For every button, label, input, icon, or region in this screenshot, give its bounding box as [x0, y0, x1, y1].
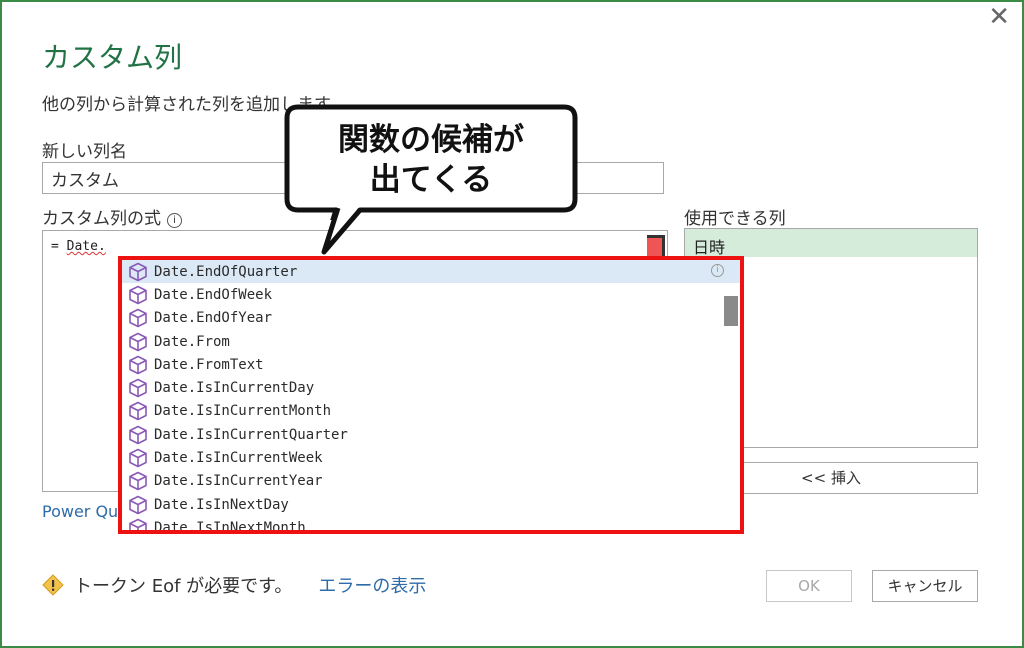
- suggestion-item[interactable]: Date.IsInNextDay: [122, 493, 740, 516]
- suggestion-item[interactable]: Date.FromText: [122, 353, 740, 376]
- suggestion-label: Date.IsInCurrentDay: [154, 380, 315, 397]
- function-cube-icon: [129, 495, 147, 514]
- callout-text: 関数の候補が 出てくる: [284, 120, 578, 200]
- editor-scroll-indicator: [647, 235, 665, 257]
- suggestion-item[interactable]: Date.EndOfYear: [122, 307, 740, 330]
- function-cube-icon: [129, 285, 147, 305]
- suggestion-label: Date.IsInCurrentYear: [154, 473, 323, 490]
- suggestion-label: Date.IsInCurrentQuarter: [154, 426, 348, 443]
- warning-text: トークン Eof が必要です。: [74, 576, 293, 597]
- suggestion-label: Date.IsInCurrentWeek: [154, 450, 323, 467]
- close-icon[interactable]: ✕: [988, 4, 1010, 30]
- suggestion-info-icon[interactable]: i: [711, 264, 724, 277]
- info-icon[interactable]: i: [167, 213, 182, 228]
- suggestion-label: Date.From: [154, 333, 230, 350]
- power-query-link[interactable]: Power Qu: [42, 502, 118, 521]
- function-cube-icon: [129, 518, 147, 530]
- column-item[interactable]: 日時: [685, 229, 977, 257]
- suggestion-item[interactable]: Date.IsInCurrentDay: [122, 376, 740, 399]
- function-cube-icon: [129, 262, 147, 281]
- cancel-button[interactable]: キャンセル: [872, 570, 978, 602]
- function-cube-icon: [129, 378, 147, 398]
- autocomplete-list[interactable]: Date.EndOfQuarter Date.EndOfWeek Date.EndO…: [118, 256, 744, 534]
- formula-text: = Date.: [51, 239, 106, 254]
- suggestion-label: Date.IsInCurrentMonth: [154, 403, 332, 420]
- suggestion-label: Date.EndOfWeek: [154, 286, 273, 303]
- show-error-link[interactable]: エラーの表示: [318, 572, 426, 598]
- suggestion-label: Date.FromText: [154, 356, 264, 373]
- warning-row: トークン Eof が必要です。 エラーの表示: [42, 572, 426, 598]
- suggestion-label: Date.IsInNextMonth: [154, 519, 306, 534]
- autocomplete-scrollbar-thumb[interactable]: [724, 296, 738, 326]
- function-cube-icon: [129, 425, 147, 445]
- suggestion-item[interactable]: Date.IsInCurrentMonth: [122, 400, 740, 423]
- warning-icon: [42, 574, 64, 596]
- function-cube-icon: [129, 402, 147, 421]
- dialog-title: カスタム列: [42, 41, 183, 74]
- formula-label-text: カスタム列の式: [42, 209, 161, 229]
- formula-prefix: =: [51, 239, 67, 254]
- function-cube-icon: [129, 472, 147, 491]
- suggestion-item[interactable]: Date.IsInCurrentYear: [122, 470, 740, 493]
- suggestion-label: Date.IsInNextDay: [154, 496, 289, 513]
- suggestion-label: Date.EndOfQuarter: [154, 263, 298, 280]
- suggestion-item[interactable]: Date.IsInNextMonth: [122, 516, 740, 534]
- callout-line-2: 出てくる: [369, 162, 493, 198]
- function-cube-icon: [129, 355, 147, 375]
- suggestion-item[interactable]: Date.EndOfQuarter: [122, 260, 740, 284]
- formula-token: Date.: [66, 239, 106, 254]
- suggestion-label: Date.EndOfYear: [154, 310, 273, 327]
- suggestion-item[interactable]: Date.EndOfWeek: [122, 283, 740, 306]
- suggestion-item[interactable]: Date.IsInCurrentQuarter: [122, 423, 740, 446]
- formula-label: カスタム列の式 i: [42, 204, 182, 229]
- function-cube-icon: [129, 332, 147, 351]
- suggestion-item[interactable]: Date.IsInCurrentWeek: [122, 446, 740, 469]
- suggestion-item[interactable]: Date.From: [122, 330, 740, 353]
- available-columns-label: 使用できる列: [684, 209, 786, 229]
- new-column-name-label: 新しい列名: [42, 142, 127, 162]
- function-cube-icon: [129, 308, 147, 328]
- ok-button[interactable]: OK: [766, 570, 852, 602]
- callout-line-1: 関数の候補が: [338, 122, 524, 158]
- function-cube-icon: [129, 448, 147, 468]
